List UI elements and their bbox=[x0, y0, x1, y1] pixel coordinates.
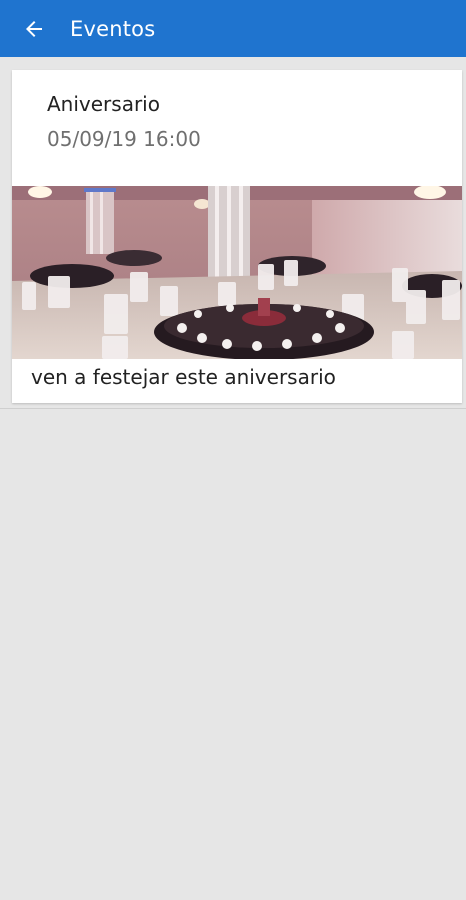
event-description: ven a festejar este aniversario bbox=[31, 365, 336, 389]
back-button[interactable] bbox=[10, 5, 58, 53]
arrow-left-icon bbox=[26, 20, 42, 37]
list-divider bbox=[0, 408, 466, 409]
event-title: Aniversario bbox=[47, 92, 160, 116]
event-datetime: 05/09/19 16:00 bbox=[47, 127, 201, 151]
event-card[interactable]: Aniversario 05/09/19 16:00 ven a festeja… bbox=[12, 70, 462, 403]
events-list: Aniversario 05/09/19 16:00 ven a festeja… bbox=[0, 57, 466, 900]
app-bar: Eventos bbox=[0, 0, 466, 57]
page-title: Eventos bbox=[70, 16, 156, 41]
event-image bbox=[12, 186, 462, 359]
